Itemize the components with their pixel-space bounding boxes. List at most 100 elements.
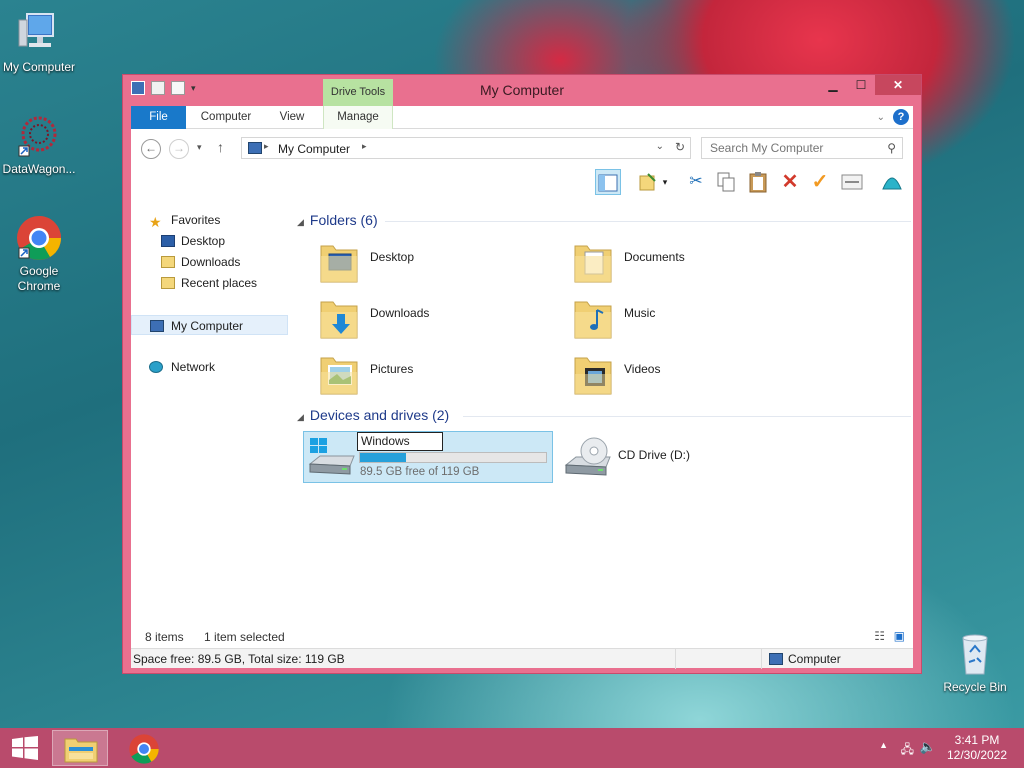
cut-icon[interactable]: ✂: [683, 169, 709, 195]
drive-tile-windows[interactable]: Windows 89.5 GB free of 119 GB: [303, 431, 553, 483]
navigation-pane: ★ Favorites Desktop Downloads Recent pla…: [131, 206, 291, 626]
drive-free-space: 89.5 GB free of 119 GB: [360, 466, 480, 478]
drive-capacity-bar: [359, 452, 547, 463]
folder-tile-pictures[interactable]: Pictures: [309, 346, 559, 400]
address-bar[interactable]: ▸ My Computer ▸ ⌄ ↻: [241, 137, 691, 159]
address-path[interactable]: My Computer: [278, 142, 350, 156]
rename-input[interactable]: Windows: [357, 432, 443, 451]
address-dropdown-icon[interactable]: ⌄: [656, 141, 664, 152]
nav-network[interactable]: Network: [131, 357, 291, 377]
title-bar[interactable]: ▾ Drive Tools My Computer ▁ ☐ ✕: [123, 75, 921, 106]
refresh-icon[interactable]: ↻: [675, 140, 685, 154]
chrome-taskbar-icon: [129, 734, 159, 764]
computer-nav-icon: [150, 320, 164, 332]
nav-downloads[interactable]: Downloads: [131, 252, 291, 272]
nav-favorites[interactable]: ★ Favorites: [131, 210, 291, 230]
folder-options-icon[interactable]: [635, 169, 661, 195]
taskbar-file-explorer[interactable]: [52, 730, 108, 766]
desktop-folder-icon: [320, 245, 358, 283]
cd-drive-label: CD Drive (D:): [618, 448, 690, 462]
shell-icon[interactable]: [879, 169, 905, 195]
status-divider: [761, 649, 762, 669]
selection-count: 1 item selected: [204, 630, 285, 644]
folder-tile-desktop[interactable]: Desktop: [309, 234, 559, 288]
volume-icon[interactable]: 🔈: [920, 739, 936, 755]
recent-locations-icon[interactable]: ▾: [197, 142, 202, 153]
window-title: My Computer: [479, 82, 565, 98]
tiles-view-icon[interactable]: ▣: [894, 629, 905, 643]
folder-tile-documents[interactable]: Documents: [563, 234, 813, 288]
address-path-chevron-icon[interactable]: ▸: [362, 141, 367, 152]
network-tray-icon[interactable]: 🖧: [901, 740, 914, 761]
command-toolbar: ▾ ✂ ✕ ✓: [131, 166, 913, 198]
clock-time: 3:41 PM: [954, 733, 1000, 747]
nav-desktop[interactable]: Desktop: [131, 231, 291, 251]
drive-tile-cd[interactable]: CD Drive (D:): [558, 431, 808, 483]
desktop-icon-my-computer[interactable]: My Computer: [0, 10, 78, 75]
status-computer-icon: [769, 653, 783, 665]
computer-icon: [15, 10, 63, 58]
group-divider: [463, 416, 911, 417]
show-hidden-icons[interactable]: ▲: [879, 740, 888, 750]
copy-icon[interactable]: [713, 169, 739, 195]
back-button[interactable]: ←: [141, 139, 161, 159]
cd-drive-icon: [564, 437, 611, 476]
help-icon[interactable]: ?: [893, 109, 909, 125]
tab-file[interactable]: File: [131, 106, 186, 129]
devices-group-header[interactable]: ◢ Devices and drives (2): [297, 407, 449, 423]
maximize-button[interactable]: ☐: [847, 75, 875, 95]
nav-recent-places[interactable]: Recent places: [131, 273, 291, 293]
folder-tile-videos[interactable]: Videos: [563, 346, 813, 400]
collapse-icon[interactable]: ◢: [297, 217, 304, 227]
address-chevron-icon: ▸: [264, 141, 269, 151]
search-input[interactable]: [710, 141, 880, 155]
properties-toolbar-icon[interactable]: [839, 169, 865, 195]
search-icon[interactable]: ⚲: [887, 141, 896, 155]
search-box[interactable]: ⚲: [701, 137, 903, 159]
paste-icon[interactable]: [745, 169, 771, 195]
folder-options-dropdown-icon[interactable]: ▾: [659, 169, 671, 195]
folder-tile-downloads[interactable]: Downloads: [309, 290, 559, 344]
status-divider: [675, 649, 676, 669]
tab-manage[interactable]: Manage: [323, 106, 393, 129]
tab-computer[interactable]: Computer: [191, 106, 261, 129]
up-button[interactable]: ↑: [217, 139, 224, 155]
downloads-folder-icon: [320, 301, 358, 339]
status-bar-details: Space free: 89.5 GB, Total size: 119 GB …: [131, 648, 913, 669]
rename-check-icon[interactable]: ✓: [807, 169, 833, 195]
videos-folder-icon: [574, 357, 612, 395]
start-button[interactable]: [10, 736, 40, 760]
clock[interactable]: 3:41 PM 12/30/2022: [942, 733, 1012, 763]
ribbon-tabs: File Computer View Manage ⌄ ?: [131, 106, 913, 129]
file-explorer-icon: [64, 738, 98, 763]
drive-capacity-fill: [360, 453, 407, 462]
window-body: File Computer View Manage ⌄ ? ← → ▾ ↑ ▸ …: [131, 106, 913, 669]
recycle-bin-icon: [951, 630, 999, 678]
delete-icon[interactable]: ✕: [777, 169, 803, 195]
details-view-icon[interactable]: ☷: [874, 629, 885, 643]
desktop-icon-datawagon[interactable]: DataWagon...: [0, 112, 78, 177]
taskbar-chrome[interactable]: [116, 730, 172, 766]
star-icon: ★: [149, 214, 162, 230]
folders-group-header[interactable]: ◢ Folders (6): [297, 212, 378, 228]
desktop-icon: [161, 235, 175, 247]
hard-drive-icon: [308, 438, 355, 475]
status-location: Computer: [788, 652, 841, 666]
close-button[interactable]: ✕: [875, 75, 921, 95]
folder-tile-music[interactable]: Music: [563, 290, 813, 344]
music-folder-icon: [574, 301, 612, 339]
forward-button[interactable]: →: [169, 139, 189, 159]
expand-ribbon-icon[interactable]: ⌄: [877, 112, 885, 123]
desktop-icon-recycle-bin[interactable]: Recycle Bin: [936, 630, 1014, 695]
nav-my-computer[interactable]: My Computer: [131, 315, 288, 335]
network-icon: [149, 361, 163, 373]
downloads-icon: [161, 256, 175, 268]
preview-pane-button[interactable]: [595, 169, 621, 195]
content-pane: ◢ Folders (6) Desktop Documents Download…: [293, 206, 913, 626]
documents-folder-icon: [574, 245, 612, 283]
space-free-text: Space free: 89.5 GB, Total size: 119 GB: [133, 652, 345, 666]
desktop-icon-google-chrome[interactable]: Google Chrome: [0, 214, 78, 294]
minimize-button[interactable]: ▁: [819, 75, 847, 95]
tab-view[interactable]: View: [271, 106, 313, 129]
collapse-icon[interactable]: ◢: [297, 412, 304, 422]
